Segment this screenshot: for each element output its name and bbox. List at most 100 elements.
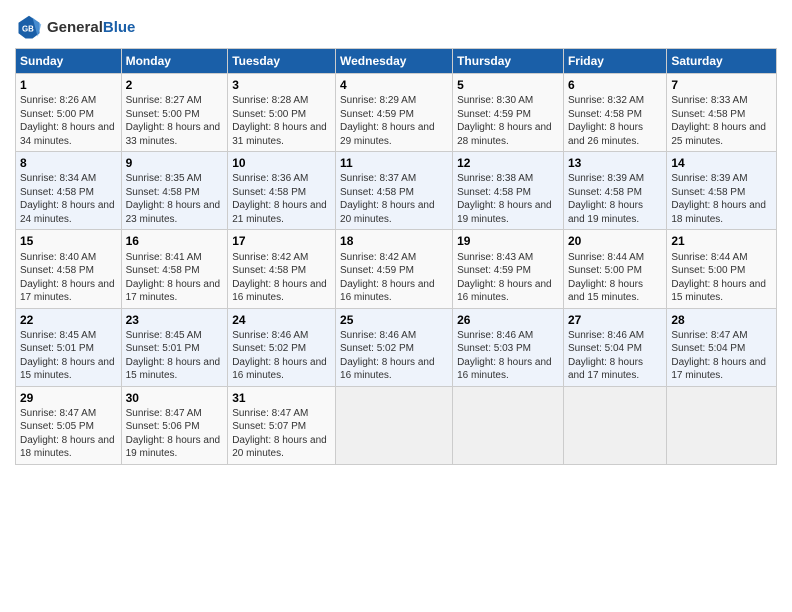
- day-info: Sunrise: 8:36 AMSunset: 4:58 PMDaylight:…: [232, 172, 331, 226]
- calendar-cell: 16 Sunrise: 8:41 AMSunset: 4:58 PMDayligh…: [121, 230, 228, 308]
- calendar-cell: 9Sunrise: 8:35 AMSunset: 4:58 PMDaylight…: [121, 152, 228, 230]
- day-info: Sunrise: 8:44 AMSunset: 5:00 PMDaylight:…: [568, 251, 662, 305]
- calendar-cell: 24Sunrise: 8:46 AMSunset: 5:02 PMDayligh…: [228, 308, 336, 386]
- day-number: 2: [126, 77, 224, 93]
- day-info: Sunrise: 8:41 AMSunset: 4:58 PMDaylight:…: [126, 251, 224, 305]
- day-number: 20: [568, 233, 662, 249]
- day-number: 9: [126, 155, 224, 171]
- calendar-cell: 3Sunrise: 8:28 AMSunset: 5:00 PMDaylight…: [228, 74, 336, 152]
- day-number: 22: [20, 312, 117, 328]
- day-number: 15: [20, 233, 117, 249]
- calendar-cell: 1Sunrise: 8:26 AMSunset: 5:00 PMDaylight…: [16, 74, 122, 152]
- day-number: 25: [340, 312, 448, 328]
- day-info: Sunrise: 8:28 AMSunset: 5:00 PMDaylight:…: [232, 94, 331, 148]
- calendar-cell: 13Sunrise: 8:39 AMSunset: 4:58 PMDayligh…: [563, 152, 666, 230]
- header: GB GeneralBlue: [15, 10, 777, 42]
- day-info: Sunrise: 8:47 AMSunset: 5:04 PMDaylight:…: [671, 329, 772, 383]
- calendar-cell: 30Sunrise: 8:47 AMSunset: 5:06 PMDayligh…: [121, 386, 228, 464]
- logo-icon: GB: [15, 14, 43, 42]
- day-number: 17: [232, 233, 331, 249]
- col-header-friday: Friday: [563, 49, 666, 74]
- calendar-week-row: 29Sunrise: 8:47 AMSunset: 5:05 PMDayligh…: [16, 386, 777, 464]
- col-header-thursday: Thursday: [453, 49, 564, 74]
- day-number: 27: [568, 312, 662, 328]
- day-info: Sunrise: 8:46 AMSunset: 5:04 PMDaylight:…: [568, 329, 662, 383]
- day-info: Sunrise: 8:45 AMSunset: 5:01 PMDaylight:…: [20, 329, 117, 383]
- calendar-cell: 4Sunrise: 8:29 AMSunset: 4:59 PMDaylight…: [336, 74, 453, 152]
- calendar-cell: [336, 386, 453, 464]
- logo-text: GeneralBlue: [47, 20, 135, 37]
- day-number: 28: [671, 312, 772, 328]
- day-number: 26: [457, 312, 559, 328]
- day-number: 13: [568, 155, 662, 171]
- day-info: Sunrise: 8:47 AMSunset: 5:06 PMDaylight:…: [126, 407, 224, 461]
- day-number: 21: [671, 233, 772, 249]
- calendar-week-row: 1Sunrise: 8:26 AMSunset: 5:00 PMDaylight…: [16, 74, 777, 152]
- col-header-wednesday: Wednesday: [336, 49, 453, 74]
- day-info: Sunrise: 8:45 AMSunset: 5:01 PMDaylight:…: [126, 329, 224, 383]
- calendar-cell: 23Sunrise: 8:45 AMSunset: 5:01 PMDayligh…: [121, 308, 228, 386]
- day-info: Sunrise: 8:46 AMSunset: 5:03 PMDaylight:…: [457, 329, 559, 383]
- calendar-week-row: 15 Sunrise: 8:40 AMSunset: 4:58 PMDayligh…: [16, 230, 777, 308]
- day-info: Sunrise: 8:42 AMSunset: 4:59 PMDaylight:…: [340, 251, 448, 305]
- day-number: 12: [457, 155, 559, 171]
- calendar-table: SundayMondayTuesdayWednesdayThursdayFrid…: [15, 48, 777, 465]
- day-info: Sunrise: 8:32 AMSunset: 4:58 PMDaylight:…: [568, 94, 662, 148]
- day-info: Sunrise: 8:44 AMSunset: 5:00 PMDaylight:…: [671, 251, 772, 305]
- calendar-cell: 19Sunrise: 8:43 AMSunset: 4:59 PMDayligh…: [453, 230, 564, 308]
- day-number: 24: [232, 312, 331, 328]
- day-info: Sunrise: 8:29 AMSunset: 4:59 PMDaylight:…: [340, 94, 448, 148]
- calendar-week-row: 8Sunrise: 8:34 AMSunset: 4:58 PMDaylight…: [16, 152, 777, 230]
- calendar-cell: 29Sunrise: 8:47 AMSunset: 5:05 PMDayligh…: [16, 386, 122, 464]
- calendar-cell: 5Sunrise: 8:30 AMSunset: 4:59 PMDaylight…: [453, 74, 564, 152]
- day-info: Sunrise: 8:33 AMSunset: 4:58 PMDaylight:…: [671, 94, 772, 148]
- calendar-cell: 27Sunrise: 8:46 AMSunset: 5:04 PMDayligh…: [563, 308, 666, 386]
- calendar-cell: 26Sunrise: 8:46 AMSunset: 5:03 PMDayligh…: [453, 308, 564, 386]
- day-number: 6: [568, 77, 662, 93]
- day-info: Sunrise: 8:35 AMSunset: 4:58 PMDaylight:…: [126, 172, 224, 226]
- day-info: Sunrise: 8:47 AMSunset: 5:05 PMDaylight:…: [20, 407, 117, 461]
- day-number: 30: [126, 390, 224, 406]
- calendar-cell: 7Sunrise: 8:33 AMSunset: 4:58 PMDaylight…: [667, 74, 777, 152]
- day-number: 16: [126, 233, 224, 249]
- day-info: Sunrise: 8:40 AMSunset: 4:58 PMDaylight:…: [20, 251, 117, 305]
- day-info: Sunrise: 8:38 AMSunset: 4:58 PMDaylight:…: [457, 172, 559, 226]
- svg-text:GB: GB: [22, 25, 34, 34]
- col-header-monday: Monday: [121, 49, 228, 74]
- calendar-cell: 6Sunrise: 8:32 AMSunset: 4:58 PMDaylight…: [563, 74, 666, 152]
- calendar-cell: 2Sunrise: 8:27 AMSunset: 5:00 PMDaylight…: [121, 74, 228, 152]
- day-info: Sunrise: 8:34 AMSunset: 4:58 PMDaylight:…: [20, 172, 117, 226]
- day-info: Sunrise: 8:39 AMSunset: 4:58 PMDaylight:…: [568, 172, 662, 226]
- day-number: 1: [20, 77, 117, 93]
- day-info: Sunrise: 8:47 AMSunset: 5:07 PMDaylight:…: [232, 407, 331, 461]
- day-number: 7: [671, 77, 772, 93]
- day-number: 18: [340, 233, 448, 249]
- calendar-header-row: SundayMondayTuesdayWednesdayThursdayFrid…: [16, 49, 777, 74]
- col-header-saturday: Saturday: [667, 49, 777, 74]
- col-header-tuesday: Tuesday: [228, 49, 336, 74]
- day-info: Sunrise: 8:27 AMSunset: 5:00 PMDaylight:…: [126, 94, 224, 148]
- calendar-cell: 18 Sunrise: 8:42 AMSunset: 4:59 PMDayligh…: [336, 230, 453, 308]
- calendar-cell: 17 Sunrise: 8:42 AMSunset: 4:58 PMDayligh…: [228, 230, 336, 308]
- day-info: Sunrise: 8:42 AMSunset: 4:58 PMDaylight:…: [232, 251, 331, 305]
- day-number: 31: [232, 390, 331, 406]
- day-info: Sunrise: 8:46 AMSunset: 5:02 PMDaylight:…: [232, 329, 331, 383]
- calendar-cell: [563, 386, 666, 464]
- day-number: 29: [20, 390, 117, 406]
- calendar-cell: 11Sunrise: 8:37 AMSunset: 4:58 PMDayligh…: [336, 152, 453, 230]
- calendar-cell: [667, 386, 777, 464]
- calendar-cell: 21 Sunrise: 8:44 AMSunset: 5:00 PMDayligh…: [667, 230, 777, 308]
- day-number: 10: [232, 155, 331, 171]
- day-number: 14: [671, 155, 772, 171]
- day-info: Sunrise: 8:39 AMSunset: 4:58 PMDaylight:…: [671, 172, 772, 226]
- calendar-cell: 31Sunrise: 8:47 AMSunset: 5:07 PMDayligh…: [228, 386, 336, 464]
- calendar-cell: 22Sunrise: 8:45 AMSunset: 5:01 PMDayligh…: [16, 308, 122, 386]
- day-number: 3: [232, 77, 331, 93]
- day-number: 8: [20, 155, 117, 171]
- day-number: 19: [457, 233, 559, 249]
- col-header-sunday: Sunday: [16, 49, 122, 74]
- day-number: 4: [340, 77, 448, 93]
- calendar-cell: 10Sunrise: 8:36 AMSunset: 4:58 PMDayligh…: [228, 152, 336, 230]
- day-number: 23: [126, 312, 224, 328]
- day-info: Sunrise: 8:46 AMSunset: 5:02 PMDaylight:…: [340, 329, 448, 383]
